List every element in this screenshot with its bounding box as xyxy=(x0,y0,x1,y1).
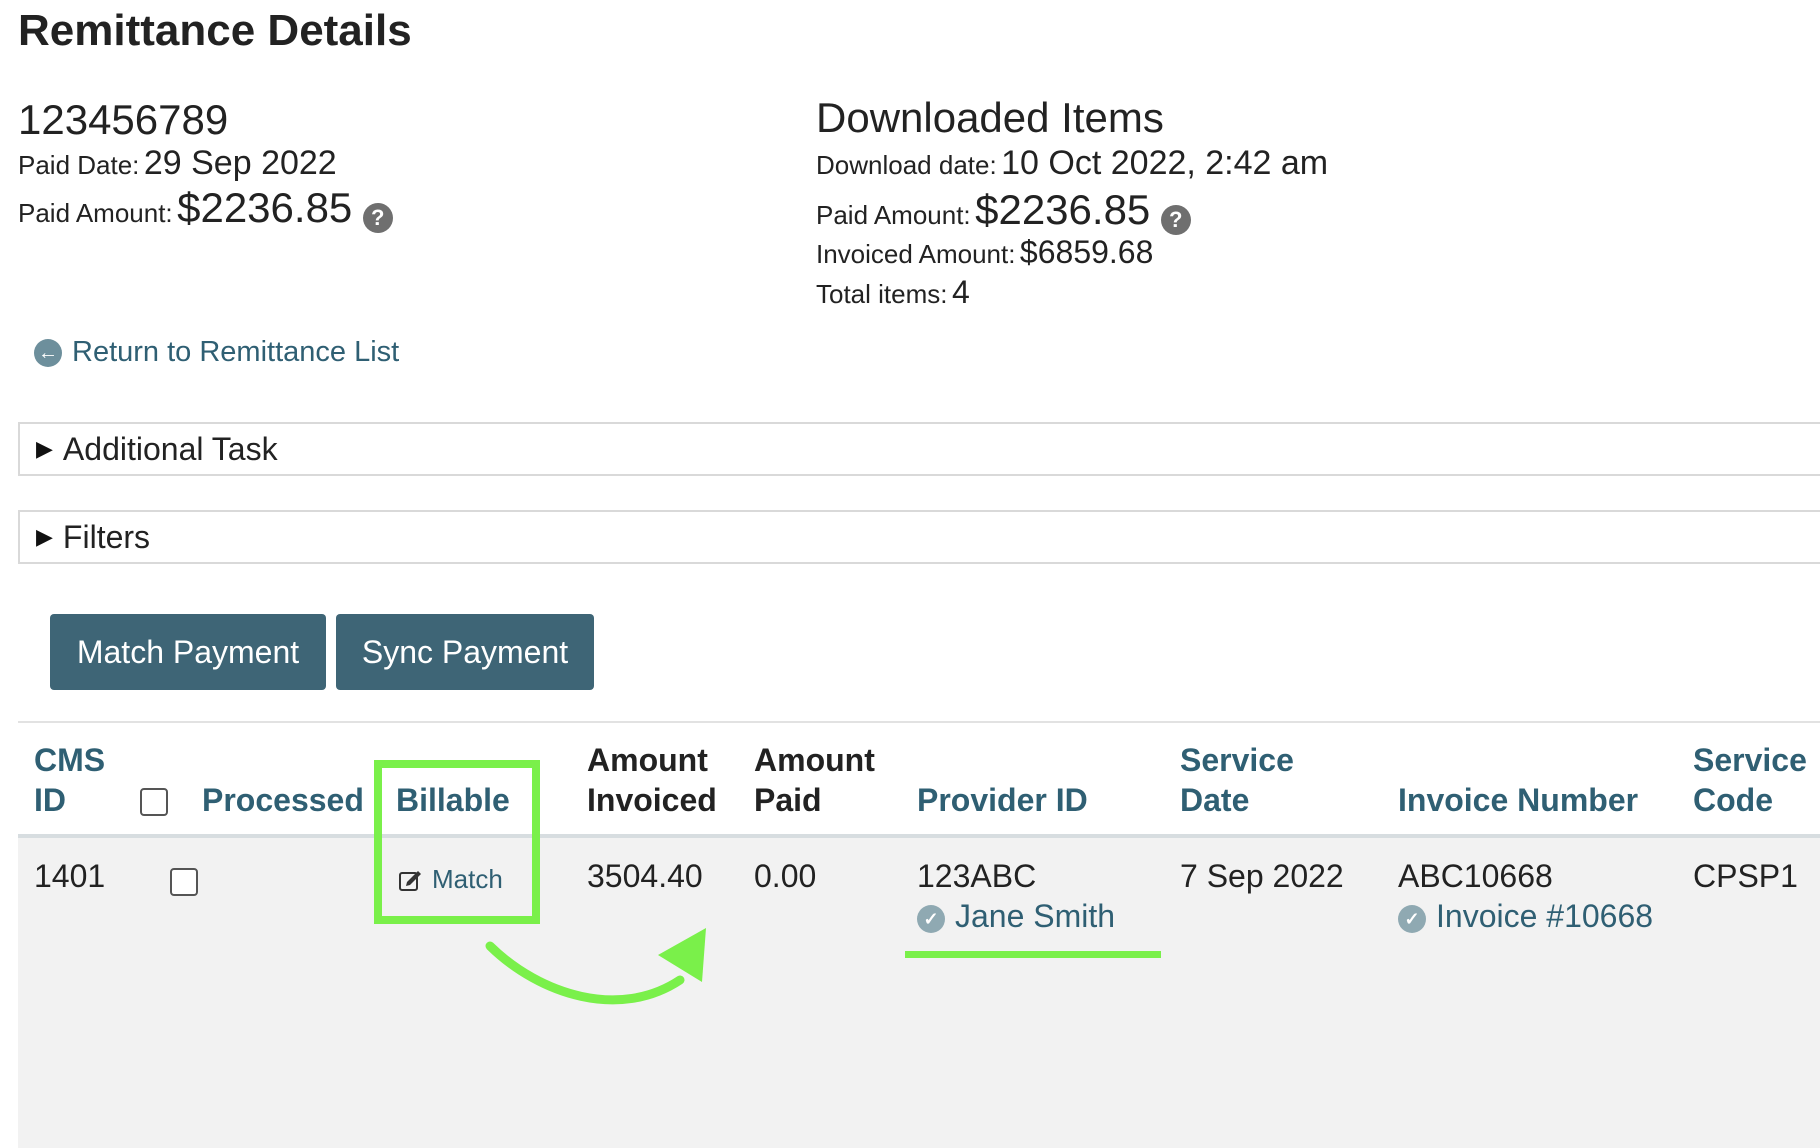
header-amount-paid-line1: Amount xyxy=(754,742,875,778)
match-payment-button[interactable]: Match Payment xyxy=(50,614,326,690)
page-title: Remittance Details xyxy=(18,6,412,55)
header-cms-id[interactable]: CMS ID xyxy=(34,740,105,820)
header-amount-paid-line2: Paid xyxy=(754,782,822,818)
downloaded-items-title: Downloaded Items xyxy=(816,94,1164,141)
header-service-code-line2: Code xyxy=(1693,782,1773,818)
paid-amount-label: Paid Amount: xyxy=(18,198,173,228)
invoiced-amount-field: Invoiced Amount: $6859.68 xyxy=(816,234,1153,271)
download-date-label: Download date: xyxy=(816,150,997,180)
filters-label: Filters xyxy=(62,518,151,555)
additional-task-label: Additional Task xyxy=(62,430,278,467)
header-amount-invoiced: Amount Invoiced xyxy=(587,740,717,820)
cell-service-date: 7 Sep 2022 xyxy=(1180,858,1344,894)
help-icon[interactable]: ? xyxy=(1160,204,1191,235)
cell-cms-id: 1401 xyxy=(34,858,106,894)
return-link-label: Return to Remittance List xyxy=(72,336,400,368)
row-processed-checkbox[interactable] xyxy=(170,868,198,896)
caret-right-icon: ▶ xyxy=(36,436,53,461)
highlight-underline xyxy=(905,951,1161,958)
header-service-date[interactable]: Service Date xyxy=(1180,740,1294,820)
select-all-checkbox[interactable] xyxy=(140,788,168,816)
check-circle-icon: ✓ xyxy=(1398,904,1426,933)
header-amount-paid: Amount Paid xyxy=(754,740,875,820)
total-items-field: Total items: 4 xyxy=(816,274,970,311)
downloaded-paid-amount-field: Paid Amount: $2236.85 ? xyxy=(816,186,1191,235)
invoice-link-label: Invoice #10668 xyxy=(1436,898,1654,934)
highlight-arrow xyxy=(485,928,706,1005)
help-icon[interactable]: ? xyxy=(362,202,393,233)
table-top-divider xyxy=(18,721,1820,723)
header-invoice-number[interactable]: Invoice Number xyxy=(1398,780,1638,820)
download-date-value: 10 Oct 2022, 2:42 am xyxy=(1001,144,1329,182)
provider-name-label: Jane Smith xyxy=(955,898,1116,934)
arrow-left-circle-icon: ← xyxy=(34,338,62,367)
return-to-remittance-list-link[interactable]: ← Return to Remittance List xyxy=(34,336,399,369)
provider-name-link[interactable]: ✓ Jane Smith xyxy=(917,898,1115,935)
cell-amount-invoiced: 3504.40 xyxy=(587,858,703,894)
downloaded-paid-amount-label: Paid Amount: xyxy=(816,200,971,230)
invoiced-amount-value: $6859.68 xyxy=(1019,234,1154,270)
sync-payment-button[interactable]: Sync Payment xyxy=(336,614,594,690)
paid-date-field: Paid Date: 29 Sep 2022 xyxy=(18,144,337,183)
header-amount-invoiced-line1: Amount xyxy=(587,742,708,778)
header-service-date-line2: Date xyxy=(1180,782,1250,818)
remittance-id: 123456789 xyxy=(18,96,229,143)
paid-amount-field: Paid Amount: $2236.85 ? xyxy=(18,184,393,233)
cell-service-code: CPSP1 xyxy=(1693,858,1798,894)
cell-provider-id: 123ABC xyxy=(917,858,1037,894)
header-cms-id-line2: ID xyxy=(34,782,66,818)
check-circle-icon: ✓ xyxy=(917,904,945,933)
invoiced-amount-label: Invoiced Amount: xyxy=(816,239,1016,269)
highlight-box xyxy=(374,760,540,924)
header-provider-id[interactable]: Provider ID xyxy=(917,780,1088,820)
downloaded-paid-amount-value: $2236.85 xyxy=(975,186,1151,233)
paid-amount-value: $2236.85 xyxy=(177,184,353,231)
total-items-label: Total items: xyxy=(816,279,948,309)
header-cms-id-line1: CMS xyxy=(34,742,106,778)
download-date-field: Download date: 10 Oct 2022, 2:42 am xyxy=(816,144,1328,183)
cell-invoice-number: ABC10668 xyxy=(1398,858,1553,894)
cell-amount-paid: 0.00 xyxy=(754,858,817,894)
table-header-divider xyxy=(18,834,1820,838)
paid-date-label: Paid Date: xyxy=(18,150,140,180)
caret-right-icon: ▶ xyxy=(36,524,53,549)
header-service-date-line1: Service xyxy=(1180,742,1294,778)
filters-toggle[interactable]: ▶ Filters xyxy=(18,510,1820,564)
total-items-value: 4 xyxy=(951,274,970,310)
header-processed[interactable]: Processed xyxy=(202,780,364,820)
header-amount-invoiced-line2: Invoiced xyxy=(587,782,717,818)
header-service-code[interactable]: Service Code xyxy=(1693,740,1807,820)
paid-date-value: 29 Sep 2022 xyxy=(143,144,337,182)
header-service-code-line1: Service xyxy=(1693,742,1807,778)
invoice-link[interactable]: ✓ Invoice #10668 xyxy=(1398,898,1653,935)
additional-task-toggle[interactable]: ▶ Additional Task xyxy=(18,422,1820,476)
